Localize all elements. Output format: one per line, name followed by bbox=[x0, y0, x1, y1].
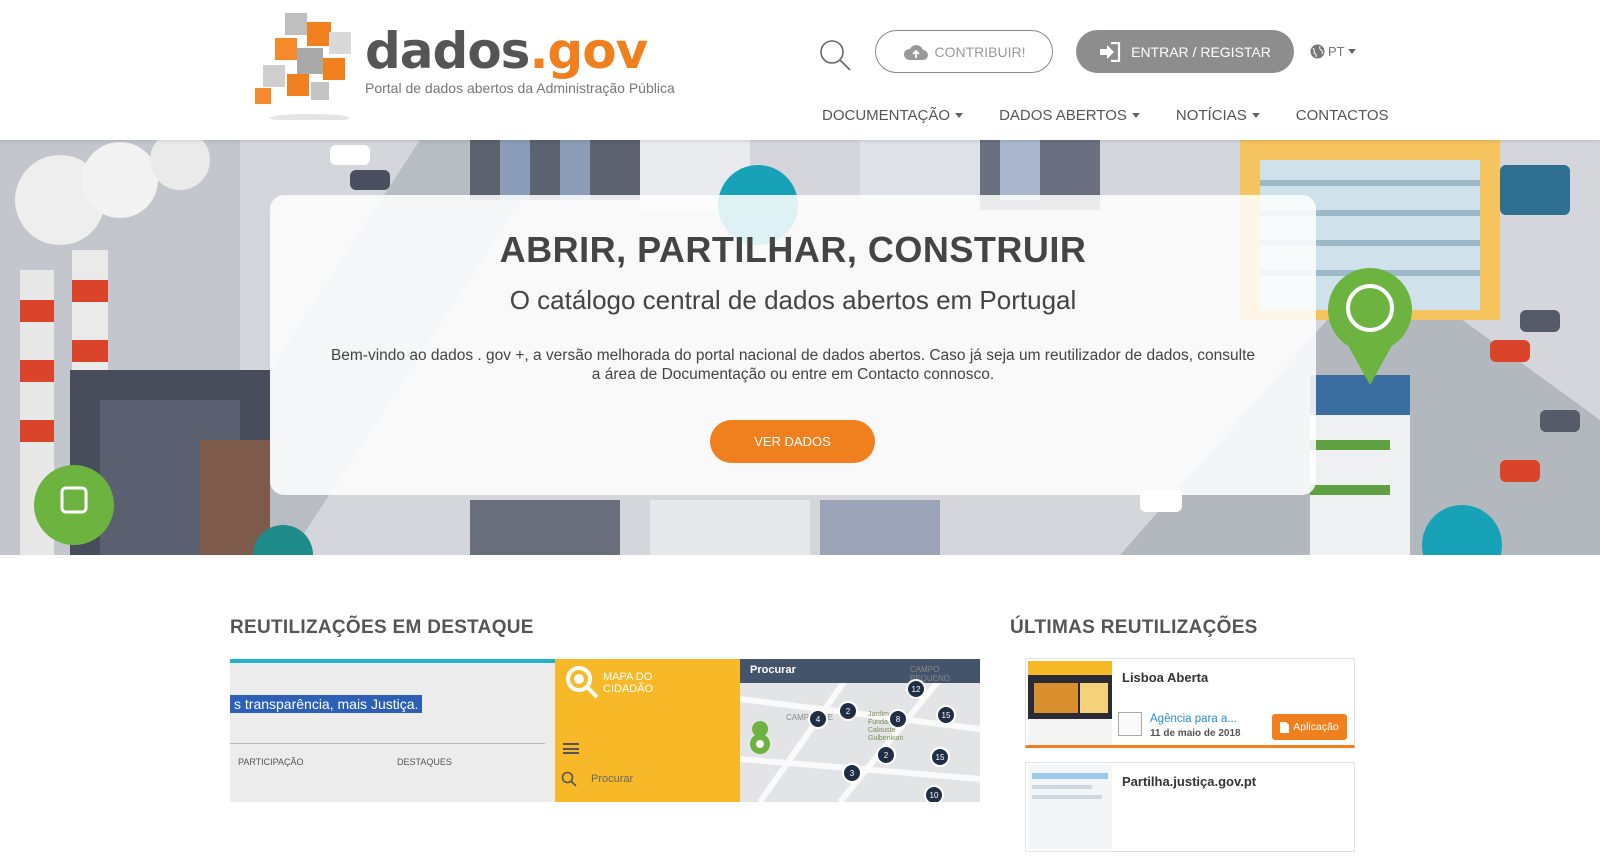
map-cluster-marker[interactable]: 8 bbox=[888, 709, 908, 729]
site-header: dados.gov Portal de dados abertos da Adm… bbox=[0, 0, 1600, 140]
list-item[interactable]: Lisboa Aberta Agência para a... 11 de ma… bbox=[1025, 658, 1355, 748]
item-title: Partilha.justiça.gov.pt bbox=[1122, 774, 1257, 789]
map-search-label: Procurar bbox=[750, 664, 796, 676]
view-data-button[interactable]: VER DADOS bbox=[710, 420, 875, 463]
main-nav: DOCUMENTAÇÃO DADOS ABERTOS NOTÍCIAS CONT… bbox=[822, 107, 1389, 124]
hero-title: ABRIR, PARTILHAR, CONSTRUIR bbox=[499, 229, 1087, 270]
search-icon[interactable] bbox=[818, 38, 852, 72]
site-logo[interactable]: dados.gov Portal de dados abertos da Adm… bbox=[255, 10, 675, 130]
featured-tile-justica[interactable]: s transparência, mais Justiça. PARTICIPA… bbox=[230, 659, 555, 802]
type-badge[interactable]: Aplicação bbox=[1272, 714, 1347, 740]
hero-description: Bem-vindo ao dados . gov +, a versão mel… bbox=[330, 347, 1256, 383]
nav-item-contactos[interactable]: CONTACTOS bbox=[1296, 107, 1389, 124]
item-thumbnail bbox=[1028, 765, 1112, 849]
chevron-down-icon bbox=[955, 113, 964, 118]
chevron-down-icon bbox=[1131, 113, 1140, 118]
hero-card: ABRIR, PARTILHAR, CONSTRUIR O catálogo c… bbox=[270, 195, 1316, 495]
divider bbox=[230, 743, 545, 744]
map-cluster-marker[interactable]: 2 bbox=[838, 701, 858, 721]
tile-headline: s transparência, mais Justiça. bbox=[230, 695, 423, 713]
search-icon bbox=[566, 666, 599, 699]
login-label: ENTRAR / REGISTAR bbox=[1131, 43, 1271, 60]
item-date: 11 de maio de 2018 bbox=[1150, 728, 1241, 739]
login-button[interactable]: ENTRAR / REGISTAR bbox=[1076, 30, 1294, 73]
nav-item-noticias[interactable]: NOTÍCIAS bbox=[1176, 107, 1260, 124]
logo-tagline: Portal de dados abertos da Administração… bbox=[365, 80, 675, 96]
search-icon bbox=[561, 771, 577, 787]
map-cluster-marker[interactable]: 12 bbox=[906, 679, 926, 699]
item-thumbnail bbox=[1028, 661, 1112, 745]
menu-icon bbox=[563, 743, 579, 754]
list-item[interactable]: Partilha.justiça.gov.pt bbox=[1025, 762, 1355, 852]
featured-tile-mapa-cidadao[interactable]: MAPA DO CIDADÃO Procurar bbox=[555, 659, 740, 802]
tile-app-name: MAPA DO CIDADÃO bbox=[603, 671, 654, 695]
map-cluster-marker[interactable]: 4 bbox=[808, 709, 828, 729]
logo-wordmark: dados.gov bbox=[365, 22, 648, 80]
nav-item-documentacao[interactable]: DOCUMENTAÇÃO bbox=[822, 107, 964, 124]
map-cluster-marker[interactable]: 15 bbox=[936, 705, 956, 725]
hero-banner: ABRIR, PARTILHAR, CONSTRUIR O catálogo c… bbox=[0, 140, 1600, 555]
cloud-upload-icon bbox=[903, 44, 928, 60]
item-organization[interactable]: Agência para a... bbox=[1150, 713, 1237, 725]
latest-list: Lisboa Aberta Agência para a... 11 de ma… bbox=[1025, 658, 1355, 866]
chevron-down-icon bbox=[1251, 113, 1260, 118]
globe-icon bbox=[1310, 44, 1325, 59]
tile-search-placeholder: Procurar bbox=[591, 773, 634, 785]
featured-carousel[interactable]: s transparência, mais Justiça. PARTICIPA… bbox=[230, 659, 980, 802]
map-cluster-marker[interactable]: 2 bbox=[876, 745, 896, 765]
organization-logo bbox=[1118, 712, 1142, 736]
nav-item-dados-abertos[interactable]: DADOS ABERTOS bbox=[999, 107, 1140, 124]
item-title: Lisboa Aberta bbox=[1122, 670, 1209, 685]
hero-subtitle: O catálogo central de dados abertos em P… bbox=[509, 285, 1077, 315]
map-cluster-marker[interactable]: 10 bbox=[924, 785, 944, 802]
map-cluster-marker[interactable]: 3 bbox=[842, 763, 862, 783]
sign-in-icon bbox=[1100, 41, 1121, 62]
logo-cubes-icon bbox=[255, 13, 351, 120]
language-label: PT bbox=[1328, 44, 1345, 59]
document-icon bbox=[1280, 721, 1290, 733]
chevron-down-icon bbox=[1347, 49, 1356, 54]
featured-tile-map[interactable]: Procurar CAMPO PEQUENO CAMPOLIDE Jardim … bbox=[740, 659, 980, 802]
language-selector[interactable]: PT bbox=[1310, 44, 1356, 59]
contribute-button[interactable]: CONTRIBUIR! bbox=[875, 30, 1053, 73]
featured-section-title: REUTILIZAÇÕES EM DESTAQUE bbox=[230, 617, 534, 638]
tile-menu-participacao: PARTICIPAÇÃO bbox=[238, 757, 304, 767]
tile-menu-destaques: DESTAQUES bbox=[397, 757, 452, 767]
latest-section-title: ÚLTIMAS REUTILIZAÇÕES bbox=[1010, 617, 1258, 638]
contribute-label: CONTRIBUIR! bbox=[934, 43, 1026, 60]
map-cluster-marker[interactable]: 15 bbox=[930, 747, 950, 767]
